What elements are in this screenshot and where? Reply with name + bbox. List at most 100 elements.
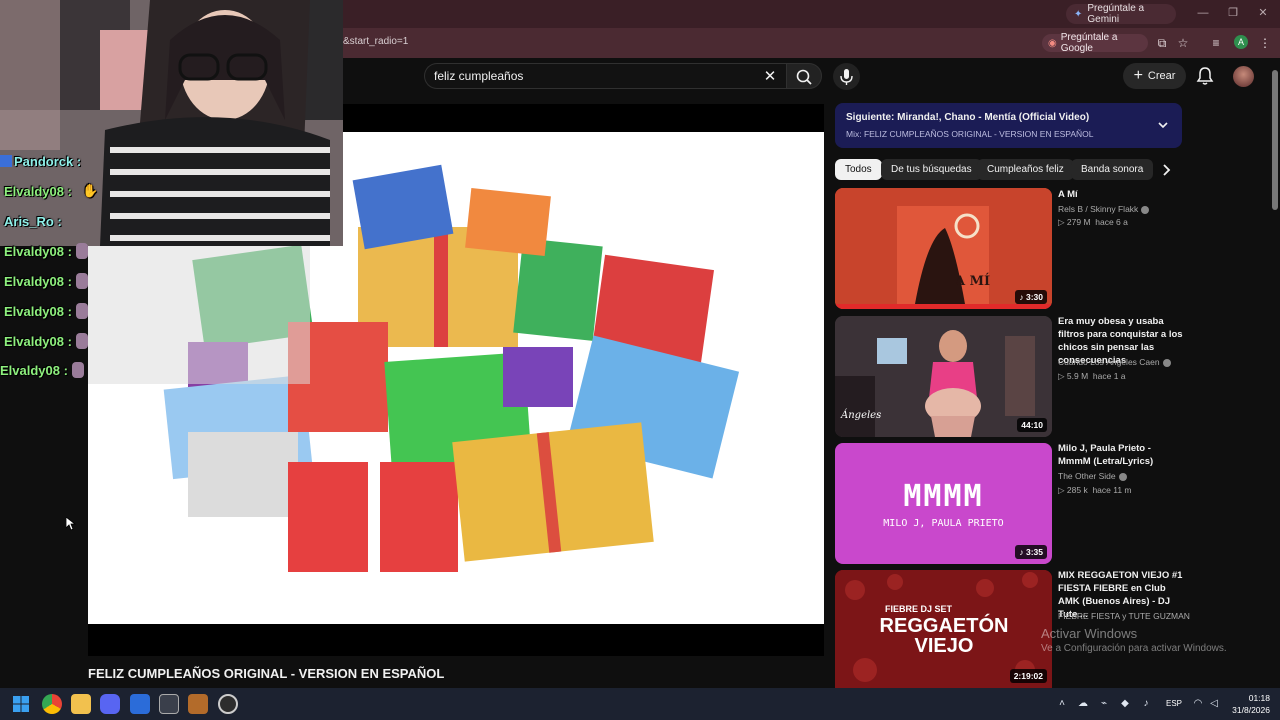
emote-icon bbox=[75, 243, 88, 259]
close-window-icon[interactable]: ✕ bbox=[1256, 6, 1270, 20]
chevron-up-icon[interactable]: ˄ bbox=[1056, 698, 1068, 710]
voice-search-button[interactable] bbox=[833, 63, 860, 90]
usb-icon[interactable]: ⌁ bbox=[1098, 698, 1110, 710]
chip-soundtrack[interactable]: Banda sonora bbox=[1071, 159, 1154, 180]
video-thumbnail[interactable]: FIEBRE DJ SET REGGAETÓN VIEJO 2:19:02 bbox=[835, 570, 1052, 688]
search-query-text[interactable]: feliz cumpleaños bbox=[434, 69, 523, 83]
create-label: Crear bbox=[1147, 70, 1176, 82]
file-explorer-icon[interactable] bbox=[71, 694, 91, 714]
video-duration: ♪ 3:30 bbox=[1015, 290, 1047, 304]
input-language[interactable]: ESP bbox=[1166, 699, 1182, 708]
app-icon[interactable] bbox=[130, 694, 150, 714]
google-lens-icon: ◉ bbox=[1048, 37, 1057, 49]
thumbnail-text: MMMM bbox=[903, 479, 984, 514]
video-thumbnail[interactable]: A MÍ ♪ 3:30 bbox=[835, 188, 1052, 309]
chat-username: Elvaldy08 : bbox=[4, 303, 72, 319]
cast-icon[interactable]: ⧉ bbox=[1154, 35, 1170, 51]
ask-gemini-label: Pregúntale a Gemini bbox=[1087, 3, 1145, 25]
video-duration: 2:19:02 bbox=[1009, 669, 1047, 683]
browser-profile-avatar[interactable]: A bbox=[1234, 35, 1248, 49]
create-button[interactable]: + Crear bbox=[1123, 63, 1186, 89]
ask-gemini-button[interactable]: ✦ Pregúntale a Gemini bbox=[1066, 3, 1176, 25]
minimize-icon[interactable]: — bbox=[1196, 6, 1210, 20]
scrollbar-thumb[interactable] bbox=[1272, 70, 1278, 210]
verified-badge-icon bbox=[1118, 472, 1127, 481]
video-thumbnail[interactable]: MMMM MILO J, PAULA PRIETO ♪ 3:35 bbox=[835, 443, 1052, 564]
video-title: FELIZ CUMPLEAÑOS ORIGINAL - VERSION EN E… bbox=[88, 666, 445, 681]
obs-icon[interactable] bbox=[218, 694, 238, 714]
chat-message: Elvaldy08 : bbox=[0, 327, 88, 355]
plus-icon: + bbox=[1133, 67, 1143, 84]
discord-icon[interactable] bbox=[100, 694, 120, 714]
ask-google-button[interactable]: ◉ Pregúntale a Google bbox=[1042, 32, 1148, 54]
activate-windows-subtitle: Ve a Configuración para activar Windows. bbox=[1041, 643, 1227, 654]
chat-message: Aris_Ro : bbox=[0, 207, 62, 235]
game-app-icon[interactable] bbox=[188, 694, 208, 714]
emote-icon bbox=[75, 333, 88, 349]
chat-username: Elvaldy08 : bbox=[4, 183, 72, 199]
up-next-panel[interactable] bbox=[835, 103, 1182, 148]
security-icon[interactable]: ◆ bbox=[1119, 698, 1131, 710]
thumbnail-text: Ángeles bbox=[841, 410, 882, 421]
chat-message: Elvaldy08 : bbox=[0, 237, 88, 265]
clock-time[interactable]: 01:18 bbox=[1240, 693, 1270, 703]
bookmark-star-icon[interactable]: ☆ bbox=[1175, 35, 1191, 51]
windows-start-icon[interactable] bbox=[13, 696, 29, 712]
chat-message: Elvaldy08 : ✋ bbox=[0, 177, 98, 205]
chip-all[interactable]: Todos bbox=[835, 159, 882, 180]
app-icon[interactable] bbox=[159, 694, 179, 714]
restore-icon[interactable]: ❐ bbox=[1226, 6, 1240, 20]
chat-username: Elvaldy08 : bbox=[4, 333, 72, 349]
microphone-tray-icon[interactable]: ♪ bbox=[1140, 698, 1152, 710]
chat-overlay-background bbox=[88, 246, 310, 384]
search-button[interactable] bbox=[786, 63, 822, 89]
activate-windows-title: Activar Windows bbox=[1041, 626, 1138, 641]
thumbnail-top-text: FIEBRE DJ SET bbox=[885, 604, 953, 614]
channel-name[interactable]: Rels B / Skinny Flakk bbox=[1058, 204, 1150, 214]
chat-username: Elvaldy08 : bbox=[0, 362, 68, 378]
chevron-down-icon[interactable] bbox=[1156, 118, 1170, 132]
chat-username: Pandorck : bbox=[14, 153, 82, 169]
chip-from-searches[interactable]: De tus búsquedas bbox=[881, 159, 982, 180]
emote-icon bbox=[75, 303, 88, 319]
video-stats: ▷ 279 M hace 6 a bbox=[1058, 217, 1128, 227]
reading-list-icon[interactable]: ≡ bbox=[1208, 35, 1224, 51]
channel-name[interactable]: The Other Side bbox=[1058, 471, 1127, 481]
verified-badge-icon bbox=[1141, 205, 1150, 214]
url-text[interactable]: &start_radio=1 bbox=[343, 36, 408, 47]
video-duration: 44:10 bbox=[1017, 418, 1047, 432]
onedrive-icon[interactable]: ☁ bbox=[1077, 698, 1089, 710]
emote-icon bbox=[75, 273, 88, 289]
browser-menu-icon[interactable]: ⋮ bbox=[1257, 35, 1273, 51]
thumbnail-text: A MÍ bbox=[955, 274, 991, 289]
chat-username: Elvaldy08 : bbox=[4, 243, 72, 259]
notifications-bell-icon[interactable] bbox=[1196, 66, 1214, 86]
chat-message: Elvaldy08 : bbox=[0, 297, 88, 325]
chat-message: Elvaldy08 : bbox=[0, 267, 88, 295]
search-icon bbox=[796, 69, 812, 85]
volume-icon[interactable]: ◁ bbox=[1208, 698, 1220, 710]
video-thumbnail[interactable]: Ángeles 44:10 bbox=[835, 316, 1052, 437]
thumbnail-subtext: MILO J, PAULA PRIETO bbox=[883, 518, 1004, 529]
platform-badge-icon bbox=[0, 155, 12, 167]
video-duration: ♪ 3:35 bbox=[1015, 545, 1047, 559]
ask-google-label: Pregúntale a Google bbox=[1060, 32, 1118, 54]
video-title-link[interactable]: Milo J, Paula Prieto - MmmM (Letra/Lyric… bbox=[1058, 442, 1186, 468]
chevron-right-icon[interactable] bbox=[1158, 162, 1174, 178]
emote-icon bbox=[71, 362, 84, 378]
chrome-icon[interactable] bbox=[42, 694, 62, 714]
up-next-title[interactable]: Siguiente: Miranda!, Chano - Mentía (Off… bbox=[846, 112, 1089, 123]
channel-name[interactable]: FIEBRE FIESTA y TUTE GUZMAN bbox=[1058, 611, 1190, 621]
chat-message: Pandorck : bbox=[0, 147, 81, 175]
verified-badge-icon bbox=[1162, 358, 1171, 367]
clear-search-icon[interactable]: ✕ bbox=[762, 67, 778, 85]
video-title-link[interactable]: A Mí bbox=[1058, 188, 1186, 201]
user-avatar[interactable] bbox=[1233, 66, 1254, 87]
clock-date[interactable]: 31/8/2026 bbox=[1226, 705, 1270, 715]
mouse-cursor-icon bbox=[66, 517, 76, 531]
video-stats: ▷ 5.9 M hace 1 a bbox=[1058, 371, 1126, 381]
chip-feliz-cumpleanos[interactable]: Cumpleaños feliz bbox=[977, 159, 1074, 180]
channel-name[interactable]: Cuando Los Ángeles Caen bbox=[1058, 357, 1171, 367]
chat-username: Aris_Ro : bbox=[4, 213, 62, 229]
wifi-icon[interactable]: ◠ bbox=[1192, 698, 1204, 710]
